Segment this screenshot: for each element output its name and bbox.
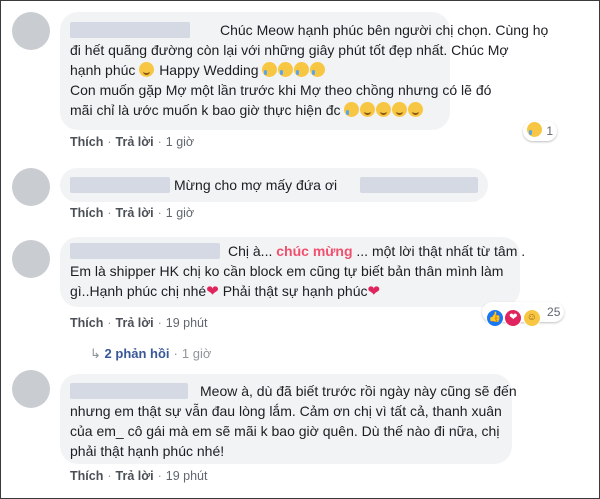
redacted-username xyxy=(70,383,188,399)
redacted-username xyxy=(70,243,220,259)
comment-actions: Thích · Trả lời · 1 giờ xyxy=(70,135,195,149)
comment-text: gì..Hạnh phúc chị nhé❤ Phải thật sự hạnh… xyxy=(70,281,380,302)
comment-actions: Thích · Trả lời · 19 phút xyxy=(70,316,208,330)
smile-icon xyxy=(408,102,424,117)
crying-face-icon xyxy=(527,122,542,137)
redacted-username xyxy=(70,177,170,193)
comment-bubble: Chị à... chúc mừng ... một lời thật nhất… xyxy=(60,237,525,307)
comment-text-part: Phải thật sự hạnh phúc xyxy=(222,283,368,299)
comment-text-part: hạnh phúc xyxy=(70,62,136,78)
haha-reaction-icon: ☺ xyxy=(522,309,541,327)
smile-icon xyxy=(360,102,376,117)
reply-link[interactable]: Trả lời xyxy=(116,206,154,220)
comment-text: mãi chỉ là ước muốn k bao giờ thực hiện … xyxy=(70,100,424,120)
like-reaction-icon: 👍 xyxy=(486,309,504,327)
replies-link[interactable]: 2 phản hồi xyxy=(105,346,170,361)
smile-icon xyxy=(376,102,392,117)
comment-actions: Thích · Trả lời · 19 phút xyxy=(70,469,208,483)
reply-link[interactable]: Trả lời xyxy=(116,135,154,149)
comment-text: Chúc Meow hạnh phúc bên người chị chọn. … xyxy=(220,22,549,38)
smile-icon xyxy=(392,102,408,117)
reaction-count[interactable]: 👍 ❤ ☺ 25 xyxy=(482,302,565,327)
comment-text-part: Happy Wedding xyxy=(159,62,259,78)
comment-text: Meow à, dù đã biết trước rồi ngày này cũ… xyxy=(200,383,517,399)
comment-text-part: mãi chỉ là ước muốn k bao giờ thực hiện … xyxy=(70,102,341,118)
comment-text-part: Chị à... xyxy=(228,243,273,259)
comment-text: đi hết quãng đường còn lại với những giâ… xyxy=(70,42,509,58)
crying-face-icon xyxy=(344,102,360,117)
like-link[interactable]: Thích xyxy=(70,206,103,220)
avatar[interactable] xyxy=(12,240,50,278)
comment-text: của em_ cô gái mà em sẽ mãi k bao giờ qu… xyxy=(70,423,500,439)
view-replies[interactable]: ↳ 2 phản hồi · 1 giờ xyxy=(90,346,211,362)
crying-face-icon xyxy=(294,62,310,77)
comment-text: Con muốn gặp Mợ một lần trước khi Mợ the… xyxy=(70,82,492,98)
crying-face-icon xyxy=(310,62,326,77)
like-link[interactable]: Thích xyxy=(70,316,103,330)
replies-time: 1 giờ xyxy=(181,346,212,361)
heart-icon: ❤ xyxy=(367,283,381,300)
comment-actions: Thích · Trả lời · 1 giờ xyxy=(70,206,195,220)
comment-time[interactable]: 19 phút xyxy=(166,469,208,483)
reply-link[interactable]: Trả lời xyxy=(116,316,154,330)
redacted-username xyxy=(70,22,190,38)
reply-arrow-icon: ↳ xyxy=(90,346,101,361)
comment-time[interactable]: 1 giờ xyxy=(166,135,194,149)
heart-icon: ❤ xyxy=(206,283,219,300)
reaction-number: 25 xyxy=(547,305,561,319)
comment-text: Em là shipper HK chị ko cần block em cũn… xyxy=(70,263,504,279)
comment-text: Chị à... chúc mừng ... một lời thật nhất… xyxy=(228,241,525,261)
like-link[interactable]: Thích xyxy=(70,469,103,483)
comment-text-part: gì..Hạnh phúc chị nhé xyxy=(70,283,207,299)
reaction-number: 1 xyxy=(546,124,554,138)
avatar[interactable] xyxy=(12,370,50,408)
comment-text: hạnh phúc Happy Wedding xyxy=(70,60,326,80)
comment-time[interactable]: 1 giờ xyxy=(166,206,194,220)
redacted-mention xyxy=(360,177,478,193)
highlighted-text: chúc mừng xyxy=(276,243,353,259)
crying-face-icon xyxy=(262,62,278,77)
comment-text: Mừng cho mợ mấy đứa ơi xyxy=(174,177,338,193)
reply-link[interactable]: Trả lời xyxy=(116,469,154,483)
avatar[interactable] xyxy=(12,12,50,50)
comment-time[interactable]: 19 phút xyxy=(166,316,208,330)
crying-face-icon xyxy=(278,62,294,77)
smile-icon xyxy=(139,62,155,77)
comment-text-part: ... một lời thật nhất từ tâm . xyxy=(356,243,526,259)
comment-bubble: Meow à, dù đã biết trước rồi ngày này cũ… xyxy=(60,374,517,464)
comment-text: phải thật hạnh phúc nhé! xyxy=(70,443,225,459)
like-link[interactable]: Thích xyxy=(70,135,103,149)
reaction-count[interactable]: 1 xyxy=(523,121,558,141)
comment-bubble: Mừng cho mợ mấy đứa ơi xyxy=(60,168,488,202)
avatar[interactable] xyxy=(12,168,50,206)
comment-bubble: Chúc Meow hạnh phúc bên người chị chọn. … xyxy=(60,12,548,130)
comment-text: nhưng em thật sự vẫn đau lòng lắm. Cảm ơ… xyxy=(70,403,502,419)
